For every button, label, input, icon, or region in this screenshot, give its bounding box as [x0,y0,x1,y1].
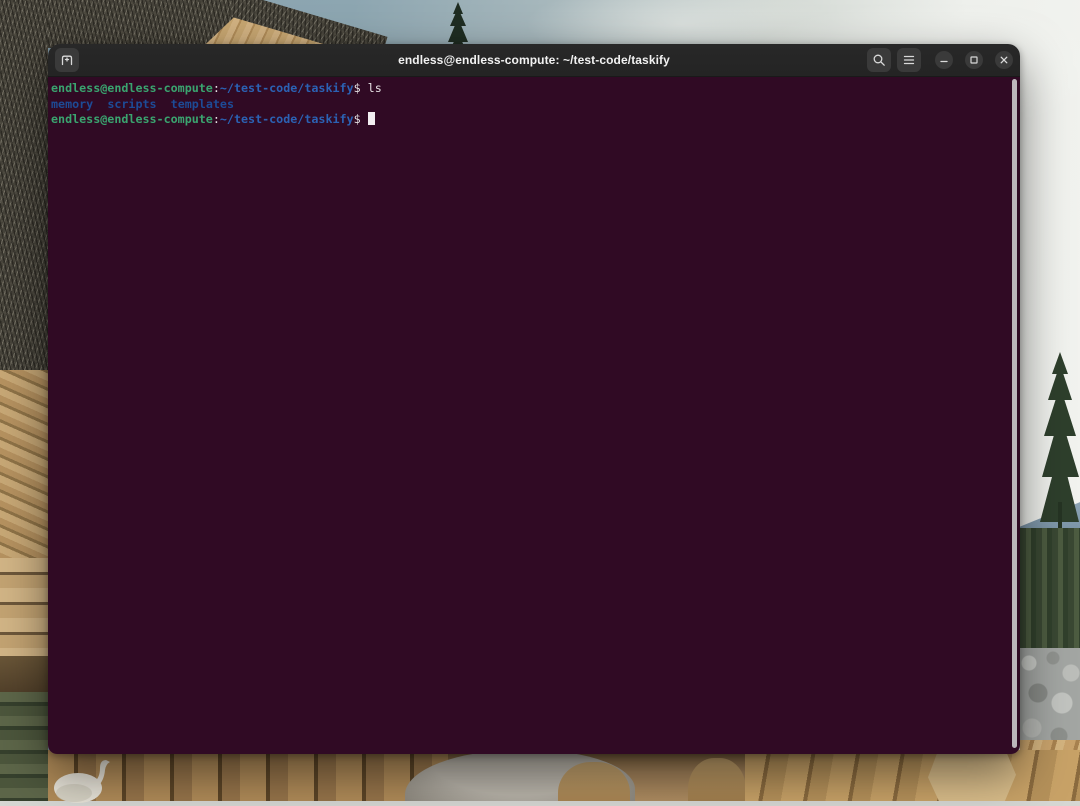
terminal-text-segment: : [213,81,220,95]
new-tab-button[interactable] [55,48,79,72]
minimize-button[interactable] [935,51,953,69]
terminal-content[interactable]: endless@endless-compute:~/test-code/task… [48,77,1020,754]
terminal-lines: endless@endless-compute:~/test-code/task… [51,81,1010,128]
terminal-cursor [368,112,375,125]
wallpaper-bottom-edge [0,801,1080,806]
terminal-text-segment [157,97,171,111]
menu-icon [901,52,917,68]
terminal-text-segment [93,97,107,111]
close-icon [999,55,1009,65]
terminal-text-segment: scripts [107,97,156,111]
wallpaper-shingles-left [0,370,48,570]
terminal-line: endless@endless-compute:~/test-code/task… [51,112,1010,128]
maximize-icon [969,55,979,65]
terminal-window: endless@endless-compute: ~/test-code/tas… [48,44,1020,754]
minimize-icon [939,55,949,65]
terminal-line: memory scripts templates [51,97,1010,113]
wallpaper-wood-panel [928,754,1016,806]
wallpaper-forest [1020,528,1080,658]
terminal-line: endless@endless-compute:~/test-code/task… [51,81,1010,97]
terminal-text-segment: templates [171,97,234,111]
terminal-text-segment: : [213,112,220,126]
terminal-text-segment: endless@endless-compute [51,81,213,95]
new-tab-icon [59,52,75,68]
wallpaper-carved-figure [688,758,746,806]
search-icon [871,52,887,68]
terminal-text-segment: ~/test-code/taskify [220,81,354,95]
wallpaper-planks-left [0,558,48,664]
desktop-wallpaper: endless@endless-compute: ~/test-code/tas… [0,0,1080,806]
close-button[interactable] [995,51,1013,69]
wallpaper-green-shingles-left [0,692,48,806]
terminal-text-segment: memory [51,97,93,111]
wallpaper-bird-carving [44,748,116,806]
wallpaper-rock-scree [1020,648,1080,748]
terminal-text-segment: $ [354,81,368,95]
titlebar[interactable]: endless@endless-compute: ~/test-code/tas… [48,44,1020,77]
terminal-scrollbar[interactable] [1012,79,1017,748]
terminal-text-segment: endless@endless-compute [51,112,213,126]
wallpaper-twig-thatch-left [0,0,48,380]
search-button[interactable] [867,48,891,72]
menu-button[interactable] [897,48,921,72]
terminal-text-segment: $ [354,112,368,126]
terminal-text-segment: ~/test-code/taskify [220,112,354,126]
terminal-text-segment: ls [368,81,382,95]
window-title: endless@endless-compute: ~/test-code/tas… [398,53,670,67]
maximize-button[interactable] [965,51,983,69]
wallpaper-diagonal-plank-wall [745,750,1080,806]
